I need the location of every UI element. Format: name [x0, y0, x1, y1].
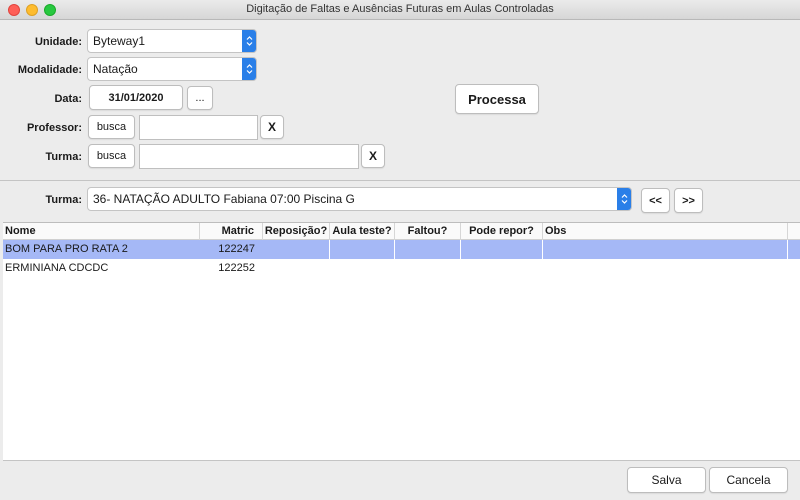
date-picker-button[interactable]: ...	[187, 86, 213, 110]
column-header-nome[interactable]: Nome	[3, 223, 200, 240]
turma-select[interactable]: 36- NATAÇÃO ADULTO Fabiana 07:00 Piscina…	[87, 187, 632, 211]
unidade-select[interactable]: Byteway1	[87, 29, 257, 53]
updown-chevron-icon	[242, 30, 256, 52]
modalidade-value: Natação	[93, 62, 138, 76]
section-divider	[0, 180, 800, 181]
column-header-pode-repor[interactable]: Pode repor?	[461, 223, 543, 240]
professor-clear-button[interactable]: X	[260, 115, 284, 139]
updown-chevron-icon	[242, 58, 256, 80]
unidade-label: Unidade:	[34, 36, 82, 48]
cancela-button[interactable]: Cancela	[709, 467, 788, 493]
professor-busca-button[interactable]: busca	[88, 115, 135, 139]
turma-select-value: 36- NATAÇÃO ADULTO Fabiana 07:00 Piscina…	[93, 192, 355, 206]
window-title: Digitação de Faltas e Ausências Futuras …	[246, 3, 554, 15]
students-table[interactable]: Nome Matric Reposição? Aula teste? Falto…	[3, 222, 800, 460]
previous-turma-button[interactable]: <<	[641, 188, 670, 213]
column-header-reposicao[interactable]: Reposição?	[263, 223, 330, 240]
modalidade-label: Modalidade:	[17, 64, 82, 76]
professor-field[interactable]	[139, 115, 258, 140]
turma-busca-button[interactable]: busca	[88, 144, 135, 168]
cell-matric: 122252	[218, 262, 255, 274]
modalidade-select[interactable]: Natação	[87, 57, 257, 81]
turma-search-field[interactable]	[139, 144, 359, 169]
turma-search-label: Turma:	[45, 151, 82, 163]
cell-faltou[interactable]	[395, 240, 461, 259]
cell-matric: 122247	[218, 243, 255, 255]
footer-divider	[3, 460, 800, 461]
table-row[interactable]: BOM PARA PRO RATA 2 122247	[3, 240, 800, 259]
column-header-obs[interactable]: Obs	[543, 223, 788, 240]
table-header: Nome Matric Reposição? Aula teste? Falto…	[3, 223, 800, 240]
column-header-matric[interactable]: Matric	[200, 223, 263, 240]
cell-obs[interactable]	[543, 240, 788, 259]
cell-pode-repor[interactable]	[461, 240, 543, 259]
data-label: Data:	[54, 93, 82, 105]
updown-chevron-icon	[617, 188, 631, 210]
processa-button[interactable]: Processa	[455, 84, 539, 114]
date-field[interactable]: 31/01/2020	[89, 85, 183, 110]
unidade-value: Byteway1	[93, 34, 146, 48]
table-row[interactable]: ERMINIANA CDCDC 122252	[3, 259, 800, 278]
salva-button[interactable]: Salva	[627, 467, 706, 493]
column-header-aula-teste[interactable]: Aula teste?	[330, 223, 395, 240]
cell-nome: BOM PARA PRO RATA 2	[5, 243, 128, 255]
turma-clear-button[interactable]: X	[361, 144, 385, 168]
next-turma-button[interactable]: >>	[674, 188, 703, 213]
cell-nome: ERMINIANA CDCDC	[5, 262, 109, 274]
turma-select-label: Turma:	[45, 194, 82, 206]
cell-reposicao[interactable]	[263, 240, 330, 259]
title-bar: Digitação de Faltas e Ausências Futuras …	[0, 0, 800, 20]
column-header-faltou[interactable]: Faltou?	[395, 223, 461, 240]
professor-label: Professor:	[26, 122, 82, 134]
cell-aula-teste[interactable]	[330, 240, 395, 259]
